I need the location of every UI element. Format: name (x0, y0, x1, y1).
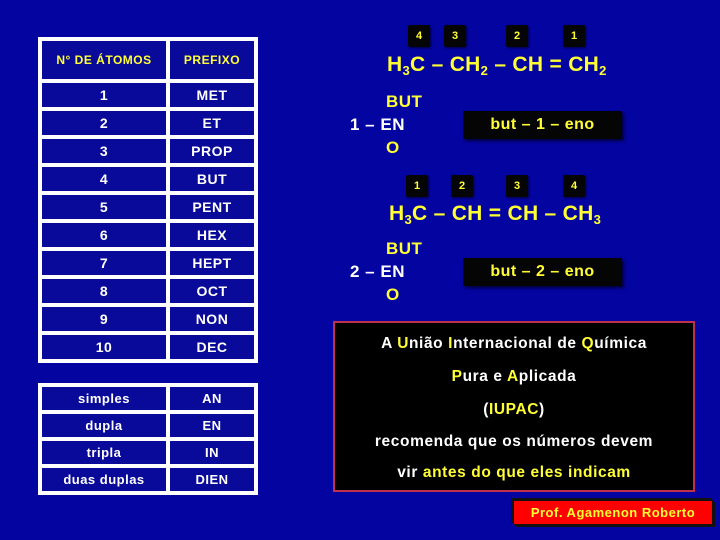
atom-count: 1 (42, 83, 166, 107)
carbon-number-badge: 1 (563, 25, 585, 47)
prefix-table: N° DE ÁTOMOS PREFIXO 1 MET 2 ET 3 PROP 4… (38, 37, 258, 363)
bond-type: duas duplas (42, 468, 166, 491)
prefix: PROP (170, 139, 254, 163)
formula-part: – CH = CH (488, 53, 600, 76)
carbon-number-badge: 3 (444, 25, 466, 47)
atom-count: 4 (42, 167, 166, 191)
highlight: U (397, 335, 409, 352)
text: uímica (594, 335, 647, 352)
name-breakdown-1: BUT 1 – EN O (350, 90, 422, 159)
atom-count: 8 (42, 279, 166, 303)
highlight: IUPAC (488, 401, 540, 418)
atom-count: 7 (42, 251, 166, 275)
table-row: 10 DEC (42, 335, 254, 359)
breakdown-prefix: BUT (386, 92, 423, 111)
compound-name-1: but – 1 – eno (463, 111, 622, 139)
carbon-number-badge: 2 (451, 175, 473, 197)
text: nternacional de (453, 335, 582, 352)
table-row: 8 OCT (42, 279, 254, 303)
prefix: HEPT (170, 251, 254, 275)
compound-name-2: but – 2 – eno (463, 258, 622, 286)
iupac-line-3: (IUPAC) (335, 401, 693, 419)
table-row: 3 PROP (42, 139, 254, 163)
text: vir (397, 464, 423, 481)
iupac-rule-box: A União Internacional de Química Pura e … (333, 321, 695, 492)
breakdown-suffix: O (386, 285, 400, 304)
prefix: ET (170, 111, 254, 135)
formula-part: H (389, 202, 405, 225)
breakdown-infix: EN (380, 262, 405, 281)
bond-type: tripla (42, 441, 166, 464)
text: plicada (518, 368, 577, 385)
breakdown-locant: 1 – (350, 115, 381, 134)
table-row: 1 MET (42, 83, 254, 107)
atom-count: 9 (42, 307, 166, 331)
iupac-line-1: A União Internacional de Química (335, 335, 693, 353)
prefix: HEX (170, 223, 254, 247)
infix: AN (170, 387, 254, 410)
infix: IN (170, 441, 254, 464)
breakdown-locant: 2 – (350, 262, 381, 281)
prefix: DEC (170, 335, 254, 359)
table-row: 4 BUT (42, 167, 254, 191)
infix: DIEN (170, 468, 254, 491)
structural-formula-2: H3C – CH = CH – CH3 (389, 202, 601, 227)
text: ura e (462, 368, 507, 385)
author-credit: Prof. Agamenon Roberto (513, 500, 713, 525)
highlight: P (451, 368, 463, 385)
formula-subscript: 2 (599, 63, 607, 78)
highlight: antes do que eles indicam (422, 464, 631, 481)
prefix: BUT (170, 167, 254, 191)
breakdown-infix: EN (380, 115, 405, 134)
table-row: tripla IN (42, 441, 254, 464)
iupac-line-2: Pura e Aplicada (335, 368, 693, 386)
formula-part: C – CH (410, 53, 481, 76)
table-row: 9 NON (42, 307, 254, 331)
prefix: MET (170, 83, 254, 107)
prefix: OCT (170, 279, 254, 303)
formula-part: C – CH = CH – CH (412, 202, 594, 225)
name-breakdown-2: BUT 2 – EN O (350, 237, 422, 306)
formula-subscript: 3 (402, 63, 410, 78)
atom-count: 2 (42, 111, 166, 135)
formula-subscript: 3 (404, 212, 412, 227)
table-row: duas duplas DIEN (42, 468, 254, 491)
bond-type: simples (42, 387, 166, 410)
highlight: A (506, 368, 519, 385)
atom-count: 6 (42, 223, 166, 247)
structural-formula-1: H3C – CH2 – CH = CH2 (387, 53, 607, 78)
atom-count: 5 (42, 195, 166, 219)
atom-count: 3 (42, 139, 166, 163)
table-row: 7 HEPT (42, 251, 254, 275)
header-prefix: PREFIXO (170, 41, 254, 79)
table-row: 5 PENT (42, 195, 254, 219)
text: ) (539, 401, 545, 418)
header-atom-count: N° DE ÁTOMOS (42, 41, 166, 79)
text: nião (408, 335, 449, 352)
carbon-number-badge: 4 (563, 175, 585, 197)
bond-infix-table: simples AN dupla EN tripla IN duas dupla… (38, 383, 258, 495)
formula-part: H (387, 53, 403, 76)
prefix-table-header: N° DE ÁTOMOS PREFIXO (42, 41, 254, 79)
carbon-number-badge: 4 (408, 25, 430, 47)
highlight: Q (581, 335, 595, 352)
carbon-number-badge: 2 (506, 25, 528, 47)
infix: EN (170, 414, 254, 437)
breakdown-suffix: O (386, 138, 400, 157)
iupac-line-4: recomenda que os números devem (374, 433, 654, 450)
table-row: 6 HEX (42, 223, 254, 247)
table-row: 2 ET (42, 111, 254, 135)
carbon-number-badge: 1 (406, 175, 428, 197)
breakdown-prefix: BUT (386, 239, 423, 258)
text: A (381, 335, 398, 352)
iupac-line-5: vir antes do que eles indicam (335, 464, 693, 482)
carbon-number-badge: 3 (506, 175, 528, 197)
atom-count: 10 (42, 335, 166, 359)
table-row: dupla EN (42, 414, 254, 437)
bond-type: dupla (42, 414, 166, 437)
formula-subscript: 3 (593, 212, 602, 227)
table-row: simples AN (42, 387, 254, 410)
prefix: PENT (170, 195, 254, 219)
prefix: NON (170, 307, 254, 331)
